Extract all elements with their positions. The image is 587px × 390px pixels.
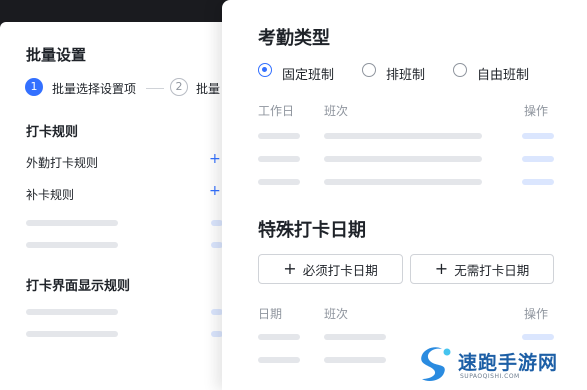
step-2-label: 批量 — [196, 82, 221, 96]
placeholder-bar — [26, 309, 118, 315]
plus-icon: + — [283, 259, 297, 278]
plus-icon: + — [434, 259, 449, 278]
radio-scheduled-shift-label[interactable]: 排班制 — [386, 64, 425, 83]
placeholder-bar — [26, 242, 118, 248]
display-rules-title: 打卡界面显示规则 — [26, 279, 131, 294]
table-row-action-placeholder[interactable] — [522, 179, 554, 185]
header-action: 操作 — [524, 307, 549, 321]
table-row-placeholder — [324, 133, 482, 139]
punch-rules-title: 打卡规则 — [26, 125, 79, 140]
radio-fixed-shift[interactable] — [258, 63, 272, 77]
table-row-action-placeholder[interactable] — [522, 133, 554, 139]
header-workday: 工作日 — [258, 104, 295, 118]
table-row-placeholder — [258, 357, 300, 363]
placeholder-bar — [26, 220, 118, 226]
header-action: 操作 — [524, 104, 549, 118]
table-row-placeholder — [258, 156, 300, 162]
step-1-label: 批量选择设置项 — [52, 82, 137, 96]
table-row-placeholder — [324, 357, 386, 363]
placeholder-bar — [26, 331, 118, 337]
header-shift: 班次 — [324, 104, 349, 118]
add-not-required-date-label: 无需打卡日期 — [454, 262, 530, 278]
special-dates-title: 特殊打卡日期 — [258, 220, 366, 241]
radio-flexible-shift[interactable] — [453, 63, 467, 77]
table-row-placeholder — [258, 334, 300, 340]
table-row-placeholder — [258, 179, 300, 185]
header-date: 日期 — [258, 307, 283, 321]
step-2-indicator: 2 — [170, 78, 188, 96]
site-watermark: 速跑手游网 SUPAOQISHI.COM — [410, 340, 587, 390]
add-makeup-punch-icon[interactable]: + — [209, 183, 221, 199]
header-shift: 班次 — [324, 307, 349, 321]
add-required-date-label: 必须打卡日期 — [302, 262, 378, 278]
batch-settings-title: 批量设置 — [26, 46, 87, 64]
step-connector — [146, 88, 164, 89]
watermark-text: 速跑手游网 — [458, 352, 559, 374]
step-1-indicator: 1 — [25, 78, 43, 96]
radio-flexible-shift-label[interactable]: 自由班制 — [477, 64, 529, 83]
table-row-placeholder — [324, 156, 482, 162]
table-row-action-placeholder[interactable] — [522, 156, 554, 162]
table-row-placeholder — [324, 334, 386, 340]
watermark-subtext: SUPAOQISHI.COM — [460, 373, 520, 380]
rule-item-field-punch[interactable]: 外勤打卡规则 — [26, 154, 98, 171]
rule-item-makeup-punch[interactable]: 补卡规则 — [26, 186, 74, 203]
add-required-date-button[interactable]: + 必须打卡日期 — [258, 254, 403, 284]
table-row-placeholder — [324, 179, 482, 185]
attendance-settings-panel — [222, 0, 587, 390]
attendance-type-title: 考勤类型 — [258, 28, 330, 49]
add-field-punch-icon[interactable]: + — [209, 151, 221, 167]
table-row-placeholder — [258, 133, 300, 139]
radio-fixed-shift-label[interactable]: 固定班制 — [282, 64, 334, 83]
radio-scheduled-shift[interactable] — [362, 63, 376, 77]
add-not-required-date-button[interactable]: + 无需打卡日期 — [410, 254, 554, 284]
watermark-logo-icon — [421, 347, 451, 381]
